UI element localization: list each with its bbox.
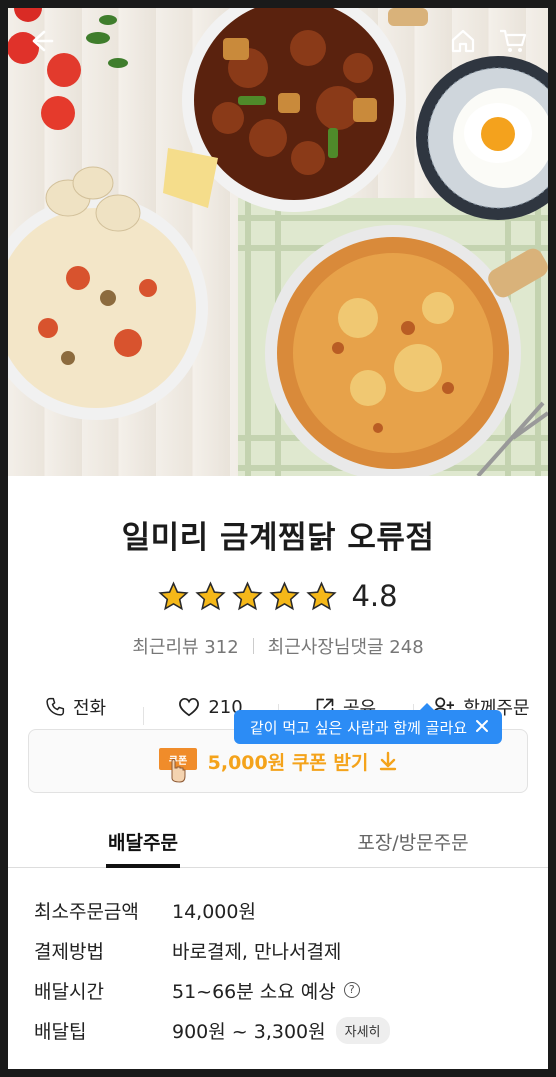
home-icon	[451, 29, 475, 53]
delivery-tip-detail-button[interactable]: 자세히	[335, 1016, 390, 1044]
payment-label: 결제방법	[34, 940, 104, 963]
min-order-value: 14,000원	[172, 900, 256, 923]
arrow-left-icon	[32, 30, 54, 52]
tooltip-text: 같이 먹고 싶은 사람과 함께 골라요	[250, 718, 468, 737]
rating-row: 4.8	[8, 579, 548, 613]
delivery-tip-value: 900원 ~ 3,300원	[172, 1020, 326, 1043]
tab-delivery[interactable]: 배달주문	[8, 816, 278, 868]
star-icon	[269, 580, 301, 610]
delivery-info: 최소주문금액 14,000원 결제방법 바로결제, 만나서결제 배달시간 51~…	[34, 890, 534, 1050]
screen: 일미리 금계찜닭 오류점 4.8 최근리뷰 312 최근사장님댓글 248 전화	[8, 8, 548, 1069]
call-label: 전화	[72, 698, 107, 719]
divider	[252, 638, 254, 654]
group-order-tooltip: 같이 먹고 싶은 사람과 함께 골라요	[234, 703, 502, 744]
cart-icon	[500, 29, 527, 52]
hero-image	[8, 8, 548, 476]
delivery-tip-group: 900원 ~ 3,300원 자세히	[172, 1016, 390, 1044]
star-icon	[158, 580, 190, 610]
info-row-delivery-tip: 배달팁 900원 ~ 3,300원 자세히	[34, 1010, 534, 1050]
tab-pickup[interactable]: 포장/방문주문	[278, 816, 548, 867]
home-button[interactable]	[448, 26, 478, 56]
delivery-time-label: 배달시간	[34, 980, 104, 1003]
delivery-time-group: 51~66분 소요 예상 ?	[172, 977, 360, 1004]
owner-replies-link[interactable]: 최근사장님댓글 248	[268, 633, 424, 659]
info-row-delivery-time: 배달시간 51~66분 소요 예상 ?	[34, 970, 534, 1010]
coupon-ticket-icon: 쿠폰	[158, 744, 198, 783]
store-name: 일미리 금계찜닭 오류점	[121, 520, 435, 556]
payment-value: 바로결제, 만나서결제	[172, 940, 342, 963]
help-icon[interactable]: ?	[343, 982, 360, 998]
download-arrow-icon	[380, 751, 397, 771]
info-row-payment: 결제방법 바로결제, 만나서결제	[34, 930, 534, 970]
recent-reviews-link[interactable]: 최근리뷰 312	[132, 633, 238, 659]
active-tab-indicator	[106, 864, 180, 868]
tab-pickup-label: 포장/방문주문	[357, 832, 469, 854]
review-counts: 최근리뷰 312 최근사장님댓글 248	[8, 633, 548, 659]
rating-value: 4.8	[351, 579, 398, 613]
phone-icon	[46, 697, 65, 716]
coupon-label: 5,000원 쿠폰 받기	[207, 751, 369, 774]
info-row-min-order: 최소주문금액 14,000원	[34, 890, 534, 930]
food-photo	[8, 8, 548, 476]
tab-delivery-label: 배달주문	[108, 832, 178, 854]
heart-icon	[179, 697, 200, 717]
min-order-label: 최소주문금액	[34, 900, 139, 923]
call-button[interactable]: 전화	[8, 694, 143, 720]
delivery-time-value: 51~66분 소요 예상	[172, 980, 336, 1003]
star-icon	[306, 580, 338, 610]
back-button[interactable]	[26, 26, 56, 56]
star-icon	[232, 580, 264, 610]
order-type-tabs: 배달주문 포장/방문주문	[8, 816, 548, 868]
cart-button[interactable]	[498, 26, 528, 56]
delivery-tip-label: 배달팁	[34, 1020, 87, 1043]
star-icon	[195, 580, 227, 610]
close-icon[interactable]	[474, 718, 490, 734]
